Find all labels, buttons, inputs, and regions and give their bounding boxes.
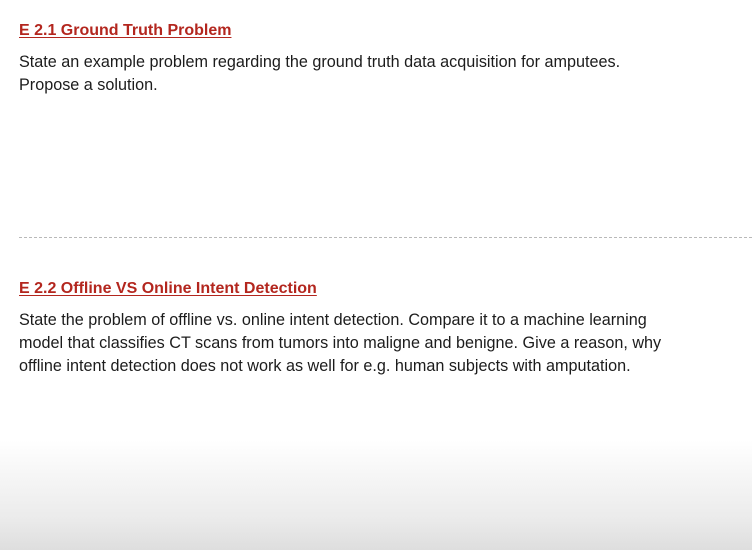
exercise-section-2-2: E 2.2 Offline VS Online Intent Detection… [19,279,739,378]
bottom-shadow-overlay [0,440,752,550]
section-description: State an example problem regarding the g… [19,51,739,97]
description-line: State an example problem regarding the g… [19,53,621,71]
section-heading: E 2.2 Offline VS Online Intent Detection [19,280,317,297]
description-line: offline intent detection does not work a… [19,357,631,375]
section-heading: E 2.1 Ground Truth Problem [19,22,232,39]
exercise-sheet-page: E 2.1 Ground Truth Problem State an exam… [0,0,752,550]
description-line: Propose a solution. [19,76,158,94]
section-description: State the problem of offline vs. online … [19,309,739,378]
description-line: model that classifies CT scans from tumo… [19,334,662,352]
description-line: State the problem of offline vs. online … [19,311,647,329]
section-divider [19,237,752,238]
exercise-section-2-1: E 2.1 Ground Truth Problem State an exam… [19,21,739,97]
